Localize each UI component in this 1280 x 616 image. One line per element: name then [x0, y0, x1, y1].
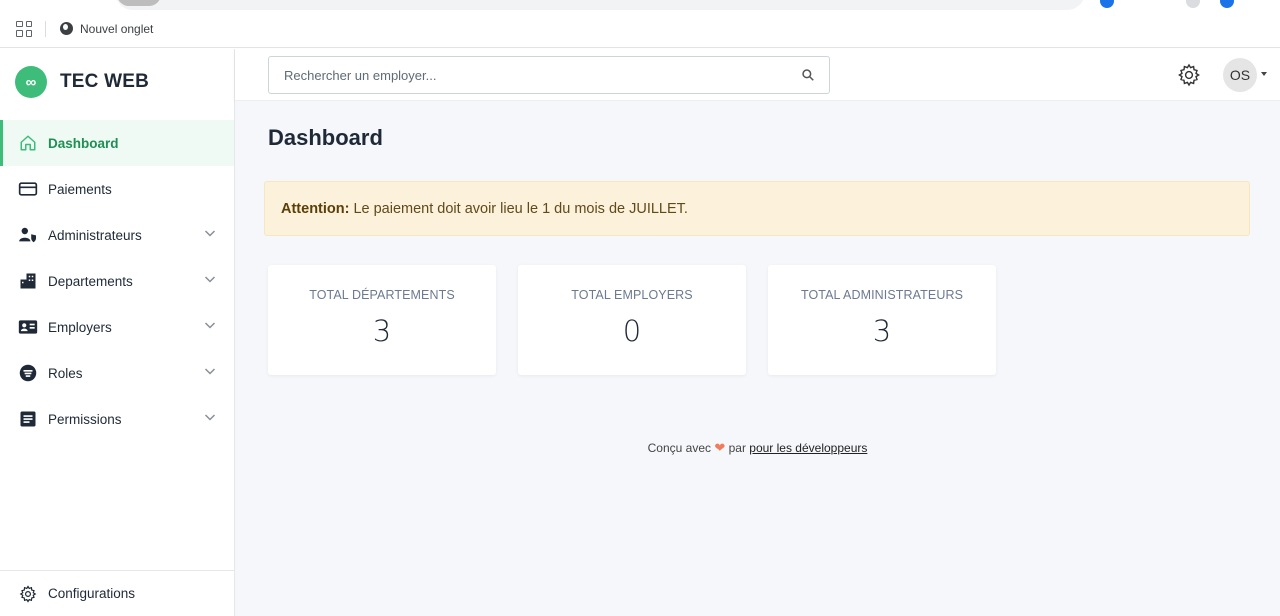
sidebar-item-dashboard[interactable]: Dashboard — [0, 120, 234, 166]
profile-icon[interactable] — [1186, 0, 1200, 8]
stat-card-departements: TOTAL DÉPARTEMENTS 3 — [268, 265, 496, 375]
sidebar-item-permissions[interactable]: Permissions — [0, 396, 234, 442]
sidebar-item-label: Dashboard — [48, 135, 119, 151]
sidebar-item-roles[interactable]: Roles — [0, 350, 234, 396]
stat-card-title: TOTAL ADMINISTRATEURS — [800, 288, 964, 302]
topbar: OS — [235, 49, 1280, 101]
chevron-down-icon[interactable] — [204, 319, 216, 331]
user-avatar[interactable]: OS — [1223, 58, 1257, 92]
alert-strong: Attention: — [281, 200, 350, 217]
chevron-down-icon[interactable] — [204, 411, 216, 423]
sidebar-item-label: Departements — [48, 273, 133, 289]
stat-card-employers: TOTAL EMPLOYERS 0 — [518, 265, 746, 375]
globe-icon — [60, 22, 73, 35]
gear-icon — [18, 584, 38, 604]
building-icon — [18, 271, 38, 291]
settings-gear-icon[interactable] — [1177, 63, 1201, 87]
bookmarks-bar: Nouvel onglet — [0, 10, 1280, 48]
home-icon — [18, 133, 38, 153]
extension-icon[interactable] — [1100, 0, 1114, 8]
sidebar-item-configurations[interactable]: Configurations — [0, 570, 234, 616]
footer: Conçu avec ❤ par pour les développeurs — [235, 440, 1280, 456]
sidebar-item-label: Permissions — [48, 411, 122, 427]
heart-icon: ❤ — [714, 440, 726, 455]
main-content: Dashboard Attention: Le paiement doit av… — [235, 101, 1280, 616]
footer-by: par — [728, 441, 746, 455]
sidebar-item-employers[interactable]: Employers — [0, 304, 234, 350]
sidebar-item-label: Paiements — [48, 181, 112, 197]
browser-toolbar — [0, 0, 1280, 10]
stat-card-value: 3 — [872, 314, 892, 348]
extension-icon-2[interactable] — [1220, 0, 1234, 8]
payment-alert: Attention: Le paiement doit avoir lieu l… — [264, 181, 1250, 236]
sidebar-nav: Dashboard Paiements Administrateurs Depa… — [0, 120, 234, 442]
bookmark-new-tab[interactable]: Nouvel onglet — [60, 22, 153, 36]
stat-card-title: TOTAL EMPLOYERS — [571, 288, 693, 302]
stat-card-value: 3 — [372, 314, 392, 348]
sidebar: ∞ TEC WEB Dashboard Paiements Administra… — [0, 49, 235, 616]
brand[interactable]: ∞ TEC WEB — [0, 49, 234, 115]
page-title: Dashboard — [268, 125, 383, 150]
sidebar-item-administrateurs[interactable]: Administrateurs — [0, 212, 234, 258]
sidebar-item-paiements[interactable]: Paiements — [0, 166, 234, 212]
permissions-icon — [18, 409, 38, 429]
alert-text: Le paiement doit avoir lieu le 1 du mois… — [353, 200, 688, 217]
stat-card-title: TOTAL DÉPARTEMENTS — [309, 288, 455, 302]
sidebar-item-label: Administrateurs — [48, 227, 142, 243]
chevron-down-icon[interactable] — [204, 227, 216, 239]
config-label: Configurations — [48, 586, 136, 601]
sidebar-item-label: Roles — [48, 365, 83, 381]
bookmarks-divider — [45, 20, 46, 37]
sidebar-item-label: Employers — [48, 319, 112, 335]
stat-card-value: 0 — [622, 314, 642, 348]
bookmark-label: Nouvel onglet — [80, 21, 154, 36]
search-box — [268, 56, 830, 94]
user-shield-icon — [18, 225, 38, 245]
brand-name: TEC WEB — [60, 71, 150, 92]
address-bar[interactable] — [115, 0, 1085, 10]
roles-icon — [18, 363, 38, 383]
search-icon[interactable] — [801, 68, 815, 82]
search-input[interactable] — [269, 57, 769, 93]
footer-prefix: Conçu avec — [647, 441, 711, 455]
apps-grid-icon[interactable] — [16, 20, 32, 37]
stat-card-administrateurs: TOTAL ADMINISTRATEURS 3 — [768, 265, 996, 375]
footer-link[interactable]: pour les développeurs — [749, 441, 867, 455]
sidebar-item-departements[interactable]: Departements — [0, 258, 234, 304]
chevron-down-icon[interactable] — [204, 273, 216, 285]
avatar-dropdown-caret-icon[interactable] — [1261, 72, 1267, 76]
chevron-down-icon[interactable] — [204, 365, 216, 377]
logo-icon: ∞ — [15, 66, 47, 98]
id-card-icon — [18, 317, 38, 337]
credit-card-icon — [18, 179, 38, 199]
